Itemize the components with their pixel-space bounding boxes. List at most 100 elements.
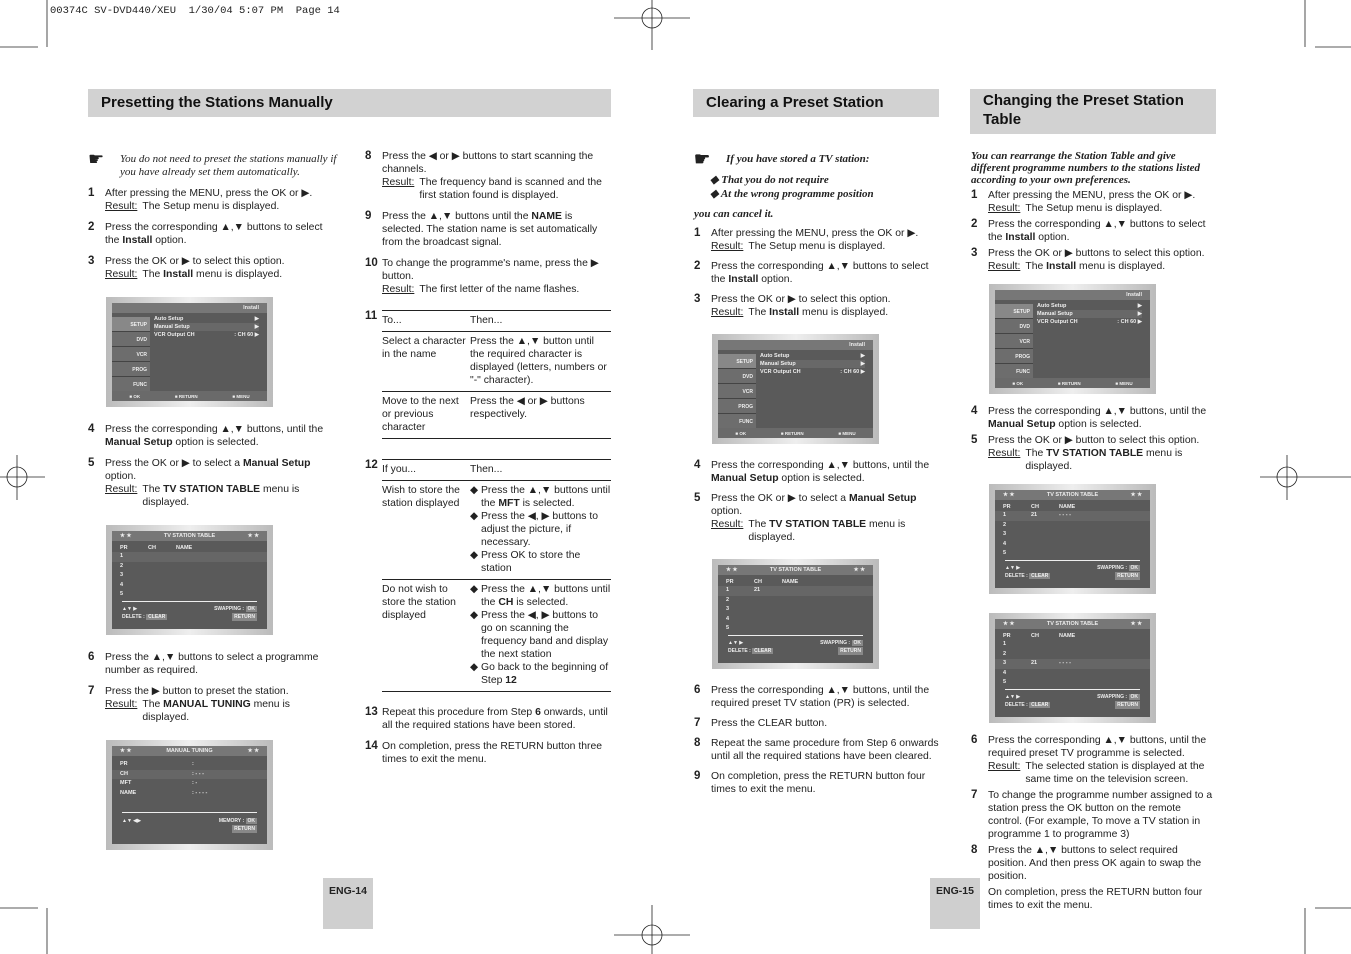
column-header: NAME (782, 579, 799, 585)
step-instruction: Press the corresponding ▲,▼ buttons, unt… (711, 460, 930, 484)
ch-cell (1031, 530, 1059, 540)
step-text: To change the programme number assigned … (988, 789, 1217, 841)
menu-tab-vcr: VCR (718, 384, 756, 399)
table-header: PR CH NAME (718, 575, 873, 586)
station-row: 2 (995, 521, 1150, 531)
page-number-left: ENG-14 (323, 878, 373, 929)
field-value: : (192, 761, 194, 767)
step-3: 3 Press the OK or ▶ to select this option… (88, 255, 338, 281)
step-3: 3 Press the OK or ▶ buttons to select thi… (971, 247, 1217, 273)
name-cell: - - - - (1059, 660, 1071, 666)
table-header-row: To... Then... (382, 310, 611, 332)
screen-install: Install SETUP DVD VCR PROG FUNC Auto Setup ▶ Man… (989, 284, 1156, 394)
note: ☛ If you have stored a TV station: (694, 150, 940, 168)
step-instruction: Press the CLEAR button. (711, 718, 828, 729)
footer-row: ▲▼ ▶ SWAPPING : OK (728, 639, 863, 647)
action-text: Press OK to store the station (481, 550, 581, 574)
step-10: 10 To change the programme's name, press … (365, 257, 611, 296)
step-8: 8 Press the ◀ or ▶ buttons to start scann… (365, 150, 611, 202)
step-number: 2 (971, 218, 978, 230)
menu-item-value: ▶ (254, 316, 259, 322)
field-label: CH (120, 770, 128, 777)
menu-items: Auto Setup ▶ Manual Setup ▶ VCR Output CH: C… (760, 352, 865, 376)
action-text: Press the ▲,▼ buttons until the MFT is s… (481, 485, 611, 509)
step-result: Result: The Install menu is displayed. (105, 268, 338, 281)
screen-header: Install (718, 340, 873, 350)
menu-item: Manual Setup ▶ (1037, 310, 1142, 318)
bold-text: Install (728, 274, 759, 285)
screen-footer: ■ OK ■ RETURN ■ MENU (112, 391, 267, 401)
stars: ★ ★ (247, 748, 259, 754)
tv-screen: ★ ★ MANUAL TUNING ★ ★ PR: CH: - - - MFT: - NAM… (112, 746, 267, 844)
column-header: NAME (1059, 504, 1076, 510)
step-result: Result: The frequency band is scanned and… (382, 176, 611, 202)
step-text: Press the ▶ button to preset the station… (105, 685, 338, 724)
step-text: Press the OK or ▶ buttons to select this… (988, 247, 1217, 273)
menu-tab-dvd: DVD (112, 332, 150, 347)
menu-tab-prog: PROG (995, 349, 1033, 364)
station-row: 1 (995, 640, 1150, 650)
ch-cell (754, 624, 782, 634)
step-instruction: Press the corresponding ▲,▼ buttons, unt… (105, 424, 324, 448)
step-text: After pressing the MENU, press the OK or… (105, 187, 338, 213)
step-instruction: After pressing the MENU, press the OK or… (988, 190, 1196, 201)
stars: ★ ★ (1003, 492, 1015, 498)
diamond-icon: ◆ (470, 511, 478, 522)
step-instruction: After pressing the MENU, press the OK or… (105, 188, 313, 199)
step-6: 6 Press the corresponding ▲,▼ buttons, un… (971, 734, 1217, 786)
result-text: The Setup menu is displayed. (1025, 203, 1163, 214)
menu-tab-setup: SETUP (995, 304, 1033, 319)
action-cell: ◆ Press the ▲,▼ buttons until the MFT is … (470, 480, 611, 580)
station-row: 4 (995, 669, 1150, 679)
footer-row: DELETE : CLEAR RETURN (1005, 572, 1140, 580)
pr-cell: 1 (1003, 641, 1007, 647)
result-text: The TV STATION TABLE menu is displayed. (1025, 448, 1183, 472)
bold-text: Install (1046, 261, 1077, 272)
bullet-text: That you do not require (721, 174, 829, 186)
result-label: Result: (711, 241, 744, 252)
station-row: 2 (718, 596, 873, 606)
step-instruction: On completion, press the RETURN button t… (382, 741, 603, 765)
screen-footer: ■ OK ■ RETURN ■ MENU (718, 428, 873, 438)
table-header: Then... (470, 310, 611, 332)
column-header: CH (1031, 633, 1039, 639)
ch-cell (148, 552, 176, 562)
step-instruction: Press the OK or ▶ buttons to select this… (988, 248, 1205, 259)
table-header: To... (382, 310, 470, 332)
result-label: Result: (711, 307, 744, 318)
station-row: 4 (995, 540, 1150, 550)
stars: ★ ★ (853, 567, 865, 573)
step-5: 5 Press the OK or ▶ to select a Manual Se… (88, 457, 338, 509)
station-row: 5 (112, 590, 267, 600)
step-text: Press the OK or ▶ to select this option.… (711, 293, 940, 319)
screen-install: Install SETUP DVD VCR PROG FUNC Auto Setup ▶ Man… (712, 334, 879, 444)
step-7: 7 Press the CLEAR button. (694, 717, 940, 730)
name-cell: - - - - (1059, 512, 1071, 518)
pointing-hand-icon: ☛ (88, 149, 105, 169)
tv-screen: Install SETUP DVD VCR PROG FUNC Auto Setup ▶ Man… (112, 303, 267, 401)
step-instruction: Repeat this procedure from Step 6 onward… (382, 707, 608, 731)
tv-screen: ★ ★ TV STATION TABLE ★ ★ PR CH NAME 1 21 - - - -… (995, 490, 1150, 588)
step-result: Result: The selected station is displayed… (988, 760, 1217, 786)
note-text: You do not need to preset the stations m… (120, 153, 337, 178)
step-instruction: On completion, press the RETURN button f… (711, 771, 926, 795)
step-instruction: To change the programme's name, press th… (382, 258, 599, 282)
diamond-icon: ◆ (710, 188, 721, 200)
step-4: 4 Press the corresponding ▲,▼ buttons, un… (971, 405, 1217, 431)
table-header: PR CH NAME (995, 629, 1150, 640)
screen-header: ★ ★ TV STATION TABLE ★ ★ (718, 565, 873, 575)
step-text: Press the ▲,▼ buttons until the NAME is … (382, 210, 611, 249)
step-number: 6 (88, 651, 95, 663)
result-label: Result: (382, 284, 415, 295)
tuning-row: MFT: - (112, 779, 267, 789)
bold-text: MANUAL TUNING (163, 699, 251, 710)
result-text: The Install menu is displayed. (748, 307, 889, 318)
column-header: PR (1003, 504, 1011, 510)
menu-tab-func: FUNC (718, 414, 756, 429)
step-text: Press the corresponding ▲,▼ buttons to s… (988, 218, 1217, 244)
screen-manual: ★ ★ MANUAL TUNING ★ ★ PR: CH: - - - MFT: - NAM… (106, 740, 273, 850)
step-result: Result: The TV STATION TABLE menu is disp… (988, 447, 1217, 473)
footer-ok: ■ OK (735, 431, 747, 436)
result-text: The selected station is displayed at the… (1025, 761, 1205, 785)
bold-text: TV STATION TABLE (1046, 448, 1144, 459)
